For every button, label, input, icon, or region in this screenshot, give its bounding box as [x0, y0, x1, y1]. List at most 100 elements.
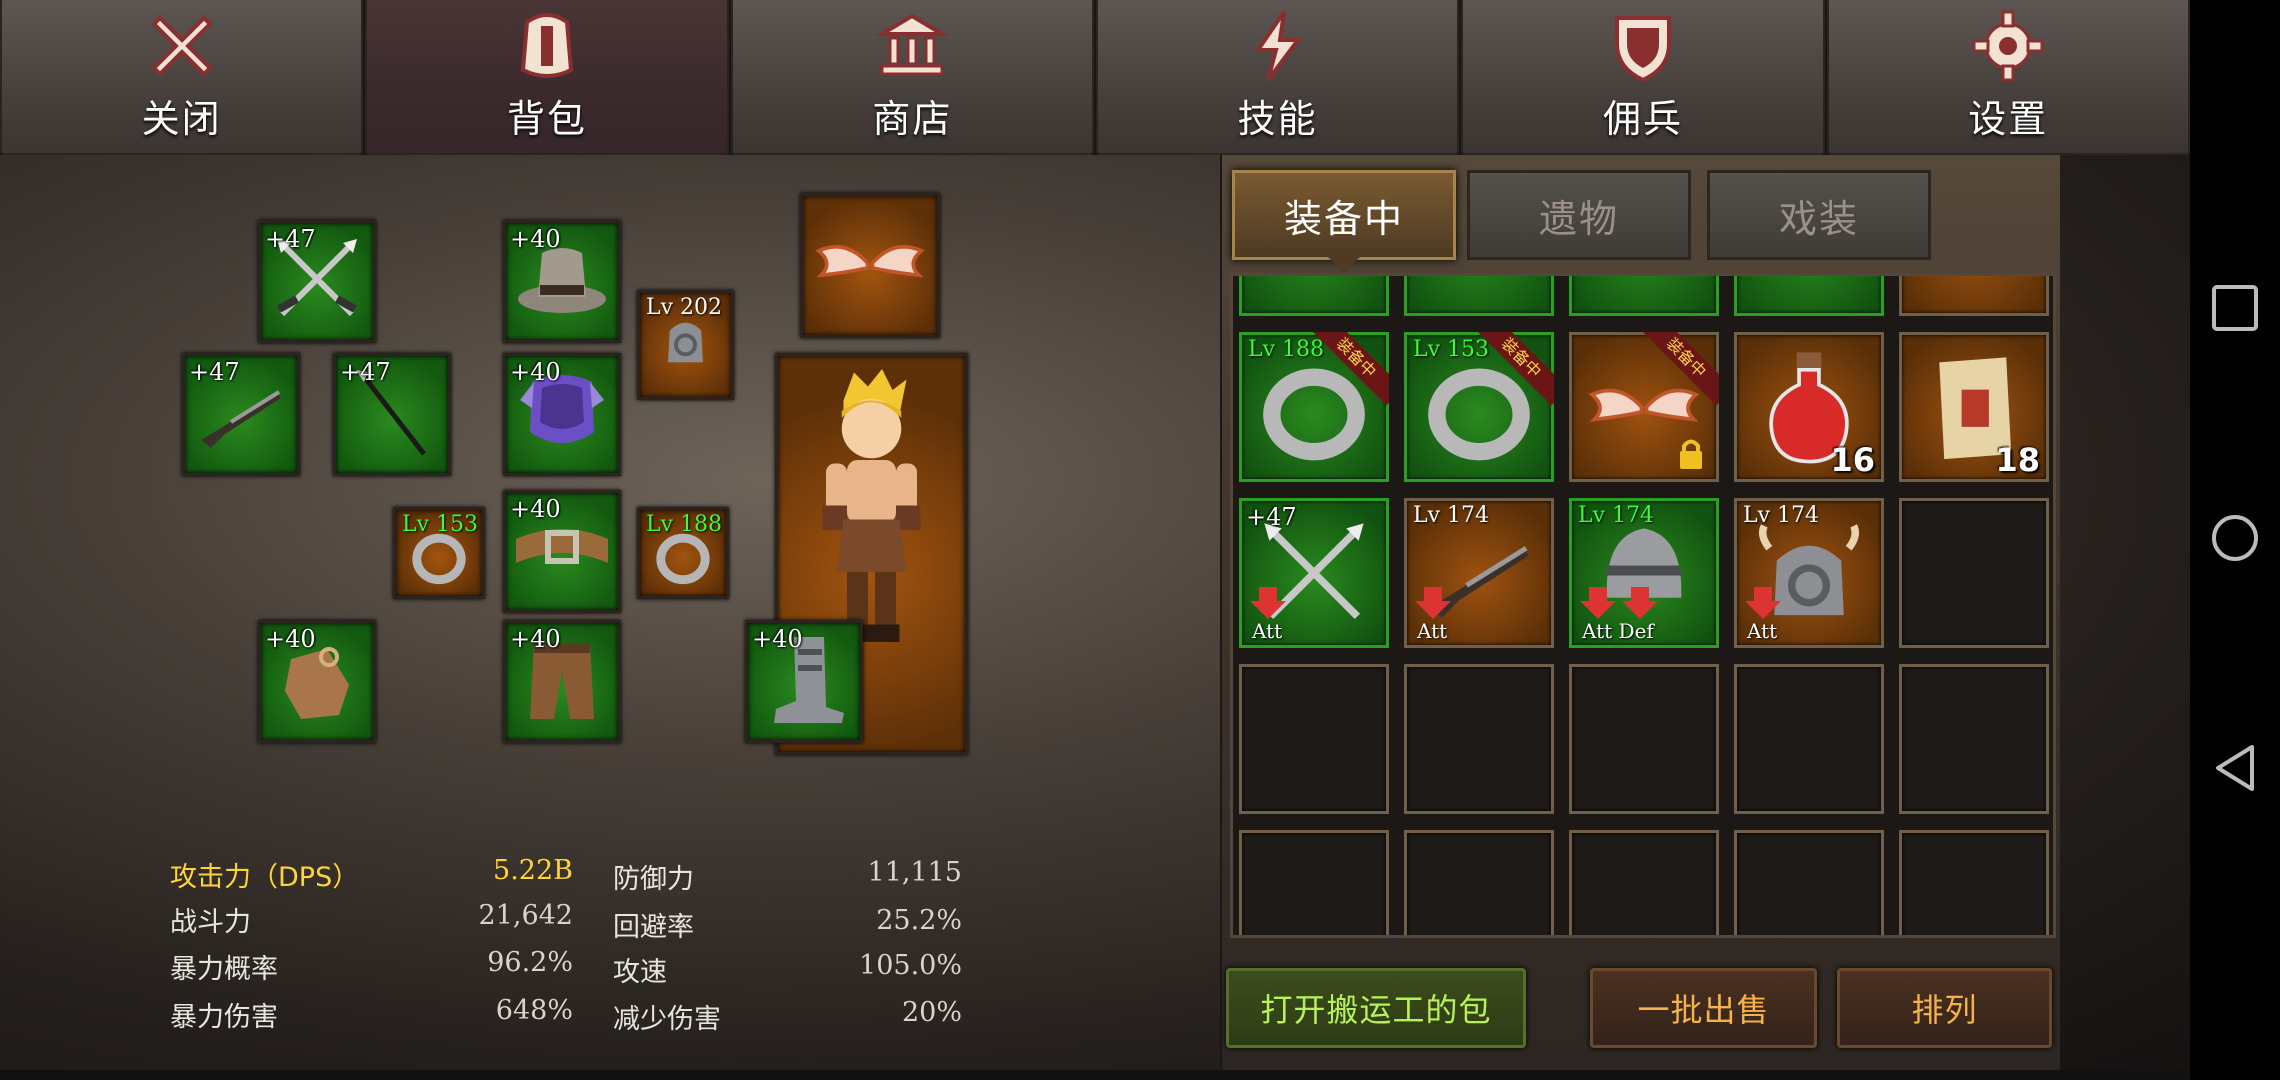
- inventory-grid[interactable]: Lv 188 装备中 Lv 153 装备中 装备中 16 18 +47 Att …: [1230, 273, 2056, 938]
- equip-slot-ring-left[interactable]: Lv 153: [393, 507, 485, 599]
- equip-slot-amulet[interactable]: Lv 202: [637, 290, 734, 400]
- tab-close[interactable]: 关闭: [0, 0, 364, 155]
- item-count: 16: [1830, 441, 1875, 479]
- top-tab-bar: 关闭 背包 商店 技能 佣兵 设置: [0, 0, 2190, 155]
- close-icon: [150, 15, 213, 77]
- equip-slot-staff[interactable]: +47: [333, 353, 451, 476]
- equip-slot-head[interactable]: +40: [503, 220, 621, 343]
- inventory-cell-empty[interactable]: [1404, 830, 1554, 935]
- open-porter-bag-button[interactable]: 打开搬运工的包: [1226, 968, 1526, 1048]
- inventory-cell[interactable]: [1734, 276, 1884, 316]
- downgrade-arrow-icon: [1250, 587, 1286, 619]
- inventory-cell-empty[interactable]: [1899, 830, 2049, 935]
- inventory-cell-rifle[interactable]: Lv 174 Att: [1404, 498, 1554, 648]
- tab-relics[interactable]: 遗物: [1467, 170, 1691, 260]
- tab-skills[interactable]: 技能: [1095, 0, 1460, 155]
- tab-costumes[interactable]: 戏装: [1707, 170, 1931, 260]
- inventory-cell-wings[interactable]: 装备中: [1569, 332, 1719, 482]
- inventory-cell-spears[interactable]: +47 Att: [1239, 498, 1389, 648]
- inventory-cell-empty[interactable]: [1239, 830, 1389, 935]
- equip-slot-wings[interactable]: [800, 193, 940, 338]
- equip-tag: Lv 153: [402, 512, 479, 537]
- game-area: +47 +40 Lv 202 +47 +47 +40 Lv 153 +40 Lv…: [0, 155, 2190, 1080]
- inventory-cell-empty[interactable]: [1569, 664, 1719, 814]
- equip-tag: Lv 202: [646, 295, 723, 320]
- sort-button[interactable]: 排列: [1837, 968, 2052, 1048]
- equip-tag: +40: [510, 625, 561, 653]
- tab-settings[interactable]: 设置: [1826, 0, 2190, 155]
- tab-equipped-label: 装备中: [1283, 196, 1404, 241]
- stat-atk-label: 攻击力（DPS）: [170, 862, 360, 893]
- inventory-cell[interactable]: [1404, 276, 1554, 316]
- equip-tag: +40: [510, 225, 561, 253]
- shop-icon: [875, 13, 950, 76]
- tab-backpack[interactable]: 背包: [365, 0, 729, 155]
- inventory-cell[interactable]: [1899, 276, 2049, 316]
- inventory-cell-helmet[interactable]: Lv 174 Att Def: [1569, 498, 1719, 648]
- equip-tag: +47: [265, 225, 316, 253]
- inventory-cell-empty[interactable]: [1734, 830, 1884, 935]
- tab-relics-label: 遗物: [1538, 196, 1619, 241]
- open-porter-bag-label: 打开搬运工的包: [1260, 991, 1492, 1029]
- home-icon[interactable]: [2210, 513, 2260, 563]
- equip-slot-weapon-main[interactable]: +47: [258, 220, 376, 343]
- inventory-cell-pauldron[interactable]: Lv 174 Att: [1734, 498, 1884, 648]
- item-level: +47: [1246, 503, 1297, 531]
- downgrade-stat: Att: [1417, 619, 1448, 643]
- inventory-cell-empty[interactable]: [1239, 664, 1389, 814]
- inventory-cell[interactable]: [1239, 276, 1389, 316]
- tab-backpack-label: 背包: [506, 97, 587, 141]
- inventory-cell-potion[interactable]: 16: [1734, 332, 1884, 482]
- stat-def-label: 防御力: [613, 864, 694, 895]
- lock-icon: [1680, 439, 1702, 469]
- stat-crit-rate-label: 暴力概率: [170, 954, 278, 985]
- inventory-cell-empty[interactable]: [1734, 664, 1884, 814]
- stat-evade-label: 回避率: [613, 912, 694, 943]
- inventory-cell-ring-lv153[interactable]: Lv 153 装备中: [1404, 332, 1554, 482]
- equip-tag: +47: [340, 358, 391, 386]
- equip-slot-gloves[interactable]: +40: [258, 620, 376, 743]
- item-count: 18: [1995, 441, 2040, 479]
- inventory-cell-empty[interactable]: [1899, 498, 2049, 648]
- equip-slot-ring-right[interactable]: Lv 188: [637, 507, 729, 599]
- item-level: Lv 174: [1578, 503, 1655, 528]
- tab-settings-label: 设置: [1968, 97, 2049, 141]
- stat-evade-value: 25.2%: [876, 905, 962, 936]
- equipped-ribbon: 装备中: [1639, 332, 1719, 412]
- recent-apps-icon[interactable]: [2210, 283, 2260, 333]
- tab-equipped[interactable]: 装备中: [1232, 170, 1456, 260]
- downgrade-stat: Att: [1747, 619, 1778, 643]
- equip-slot-pants[interactable]: +40: [503, 620, 621, 743]
- stat-aspd-value: 105.0%: [859, 950, 962, 981]
- item-level: Lv 174: [1413, 503, 1490, 528]
- item-level: Lv 174: [1743, 503, 1820, 528]
- inventory-cell[interactable]: [1569, 276, 1719, 316]
- inventory-cell-scroll[interactable]: 18: [1899, 332, 2049, 482]
- stat-crit-rate-value: 96.2%: [487, 947, 573, 978]
- equip-tag: +40: [265, 625, 316, 653]
- inventory-cell-empty[interactable]: [1899, 664, 2049, 814]
- tab-shop[interactable]: 商店: [730, 0, 1094, 155]
- equip-tag: +40: [510, 495, 561, 523]
- equip-slot-armor[interactable]: +40: [503, 353, 621, 476]
- equip-slot-boots[interactable]: +40: [745, 620, 863, 743]
- equip-slot-ranged[interactable]: +47: [182, 353, 300, 476]
- stat-atk-value: 5.22B: [493, 855, 573, 886]
- equipped-ribbon: 装备中: [1474, 332, 1554, 412]
- tab-mercenary[interactable]: 佣兵: [1461, 0, 1825, 155]
- bulk-sell-button[interactable]: 一批出售: [1590, 968, 1817, 1048]
- inventory-cell-ring-lv188[interactable]: Lv 188 装备中: [1239, 332, 1389, 482]
- inventory-cell-empty[interactable]: [1404, 664, 1554, 814]
- stat-crit-dmg-label: 暴力伤害: [170, 1002, 278, 1033]
- equip-slot-belt[interactable]: +40: [503, 490, 621, 613]
- equipped-ribbon: 装备中: [1309, 332, 1389, 412]
- bulk-sell-label: 一批出售: [1637, 991, 1770, 1029]
- wings-icon: [815, 244, 925, 278]
- tab-shop-label: 商店: [872, 97, 953, 141]
- back-icon[interactable]: [2210, 743, 2260, 793]
- equip-tag: Lv 188: [646, 512, 723, 537]
- equip-tag: +40: [510, 358, 561, 386]
- inventory-cell-empty[interactable]: [1569, 830, 1719, 935]
- downgrade-arrow-icon: [1415, 587, 1451, 619]
- tab-mercenary-label: 佣兵: [1602, 97, 1683, 141]
